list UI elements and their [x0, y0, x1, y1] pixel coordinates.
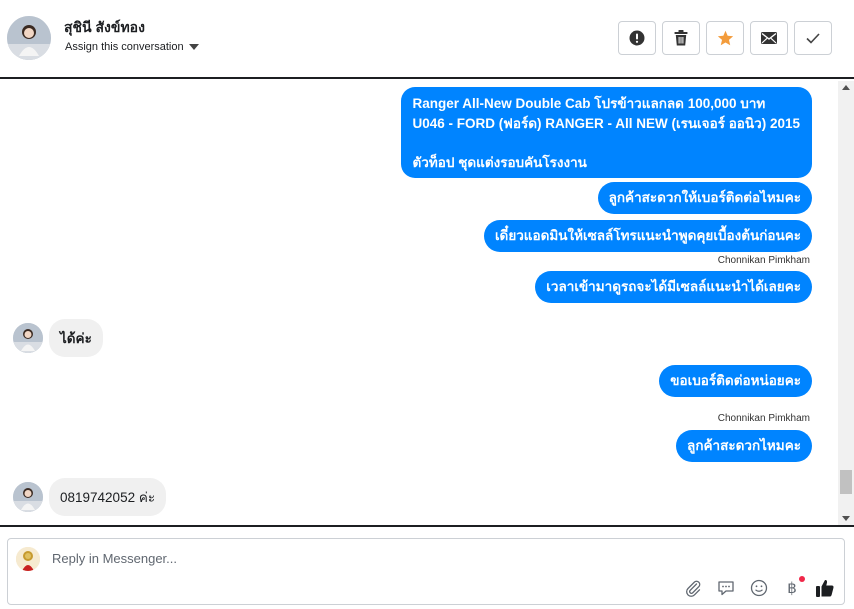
composer-divider [0, 525, 854, 527]
star-button[interactable] [706, 21, 744, 55]
mark-spam-button[interactable] [618, 21, 656, 55]
trash-icon [674, 30, 688, 46]
outgoing-message[interactable]: ลูกค้าสะดวกไหมคะ [676, 430, 812, 462]
mark-done-button[interactable] [794, 21, 832, 55]
assign-conversation-dropdown[interactable]: Assign this conversation [65, 41, 199, 53]
composer-toolbar: ฿ [683, 576, 835, 598]
scrollbar-thumb[interactable] [840, 470, 852, 494]
page-avatar [16, 547, 40, 571]
outgoing-message[interactable]: Ranger All-New Double Cab โปรข้าวแลกลด 1… [400, 87, 812, 178]
contact-avatar[interactable] [7, 16, 51, 60]
outgoing-message[interactable]: เดี๋ยวแอดมินให้เซลล์โทรแนะนำพูดคุยเบื้อง… [483, 220, 812, 252]
reply-input[interactable] [52, 551, 652, 566]
sender-name: Chonnikan Pimkham [717, 413, 810, 424]
envelope-icon [761, 32, 777, 44]
delete-button[interactable] [662, 21, 700, 55]
incoming-message[interactable]: ได้ค่ะ [49, 319, 103, 357]
caret-down-icon [188, 44, 199, 50]
emoji-button[interactable] [749, 578, 769, 598]
assign-label: Assign this conversation [65, 41, 184, 53]
notification-dot [799, 576, 805, 582]
saved-replies-button[interactable] [716, 578, 736, 598]
like-button[interactable] [815, 578, 835, 598]
outgoing-message[interactable]: เวลาเข้ามาดูรถจะได้มีเซลล์แนะนำได้เลยคะ [535, 271, 812, 303]
scroll-down-arrow-icon[interactable] [842, 516, 850, 521]
thread-scrollbar[interactable] [838, 81, 854, 525]
thumbs-up-icon [816, 579, 834, 597]
outgoing-message[interactable]: ลูกค้าสะดวกให้เบอร์ติดต่อไหมคะ [597, 182, 812, 214]
message-line [413, 133, 800, 153]
contact-avatar-small [13, 482, 43, 512]
check-icon [806, 32, 820, 44]
message-line: U046 - FORD (ฟอร์ด) RANGER - All NEW (เร… [412, 115, 800, 131]
message-thread: Ranger All-New Double Cab โปรข้าวแลกลด 1… [0, 81, 838, 525]
message-line: ตัวท็อป ชุดแต่งรอบคันโรงงาน [412, 154, 587, 170]
mark-unread-button[interactable] [750, 21, 788, 55]
baht-icon: ฿ [787, 580, 797, 597]
spam-icon [629, 30, 645, 46]
emoji-icon [750, 579, 768, 597]
conversation-header: สุชินี สังข์ทอง Assign this conversation [0, 0, 854, 79]
attach-button[interactable] [683, 578, 703, 598]
incoming-message[interactable]: 0819742052 ค่ะ [49, 478, 167, 516]
star-icon [717, 30, 733, 46]
conversation-actions [618, 21, 832, 55]
message-line: Ranger All-New Double Cab โปรข้าวแลกลด 1… [412, 96, 766, 111]
reply-composer: ฿ [7, 538, 845, 605]
contact-avatar-small [13, 323, 43, 353]
sender-name: Chonnikan Pimkham [717, 255, 810, 266]
scroll-up-arrow-icon[interactable] [842, 85, 850, 90]
payment-button[interactable]: ฿ [782, 576, 805, 598]
outgoing-message[interactable]: ขอเบอร์ติดต่อหน่อยคะ [659, 365, 812, 397]
saved-reply-icon [718, 581, 734, 596]
paperclip-icon [686, 580, 701, 597]
contact-name: สุชินี สังข์ทอง [64, 19, 145, 35]
